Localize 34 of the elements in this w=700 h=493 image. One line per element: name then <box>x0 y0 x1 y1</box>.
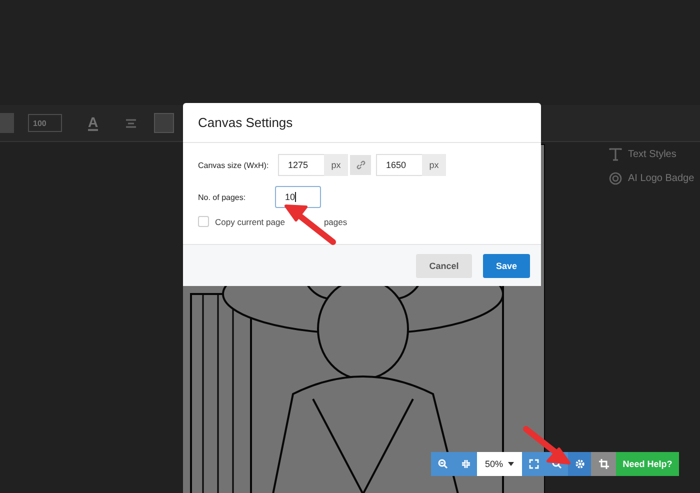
badge-icon <box>609 172 622 185</box>
toolbar-button[interactable] <box>154 113 174 133</box>
checkbox-label: Copy current page <box>215 216 285 226</box>
crop-icon <box>598 459 608 469</box>
link-icon <box>356 160 366 170</box>
unit-label: px <box>324 154 348 176</box>
annotation-arrow <box>523 426 570 464</box>
unit-label: px <box>422 154 446 176</box>
fullscreen-button[interactable] <box>522 452 545 476</box>
dialog-title: Canvas Settings <box>198 115 293 130</box>
field-label: No. of pages: <box>198 192 247 202</box>
align-icon[interactable] <box>126 118 136 128</box>
text-color-button[interactable]: A <box>88 115 98 131</box>
zoom-out-button[interactable] <box>431 452 454 476</box>
compress-icon <box>460 459 470 469</box>
crop-button[interactable] <box>591 452 616 476</box>
expand-icon <box>528 459 538 469</box>
checkbox-label: pages <box>324 216 348 226</box>
settings-icon <box>574 459 584 469</box>
cancel-button[interactable]: Cancel <box>416 254 472 278</box>
zoom-out-icon <box>438 459 448 469</box>
panel-item-label[interactable]: AI Logo Badge <box>628 173 694 184</box>
copy-checkbox[interactable] <box>198 216 209 227</box>
fit-button[interactable] <box>454 452 477 476</box>
help-button[interactable]: Need Help? <box>616 452 679 476</box>
settings-button[interactable] <box>568 452 591 476</box>
field-label: Canvas size (WxH): <box>198 160 270 170</box>
link-button[interactable] <box>350 155 371 175</box>
type-icon <box>609 148 622 161</box>
font-size-field[interactable]: 100 <box>28 114 62 132</box>
panel-item-label[interactable]: Text Styles <box>628 149 676 160</box>
zoom-dropdown[interactable]: 50% <box>477 452 522 476</box>
save-button[interactable]: Save <box>483 254 530 278</box>
caret-icon <box>508 462 514 466</box>
